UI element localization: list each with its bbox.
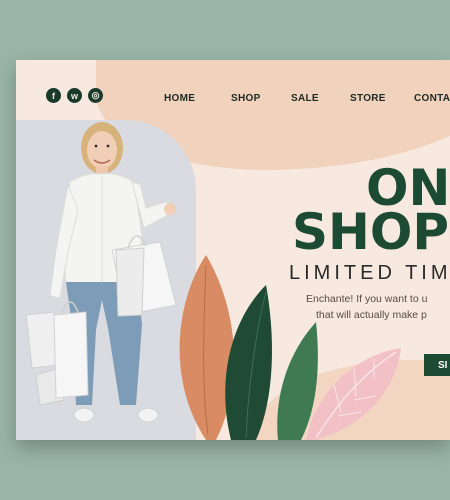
hero-title-line2: SHOPP <box>292 203 450 261</box>
landing-page-card: f w ◎ HOME SHOP SALE STORE CONTA ON SHOP… <box>16 60 450 440</box>
hero-description-line2: that will actually make p <box>316 309 427 321</box>
instagram-icon[interactable]: ◎ <box>88 88 103 103</box>
cta-button[interactable]: SI <box>424 354 450 376</box>
hero-description-line1: Enchante! If you want to u <box>306 293 428 305</box>
nav-store[interactable]: STORE <box>350 93 414 104</box>
main-nav: HOME SHOP SALE STORE CONTA <box>164 93 450 104</box>
hero-subtitle: LIMITED TIM <box>289 262 450 284</box>
facebook-icon[interactable]: f <box>46 88 61 103</box>
nav-shop[interactable]: SHOP <box>231 93 291 104</box>
nav-sale[interactable]: SALE <box>291 93 350 104</box>
social-links: f w ◎ <box>46 88 103 103</box>
whatsapp-icon[interactable]: w <box>67 88 82 103</box>
nav-contact[interactable]: CONTA <box>414 93 450 104</box>
nav-home[interactable]: HOME <box>164 93 231 104</box>
